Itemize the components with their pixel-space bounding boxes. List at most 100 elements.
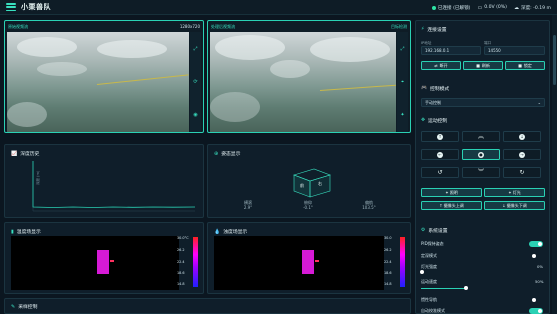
- stop-circle-icon: ●: [478, 151, 484, 158]
- video-left-feed[interactable]: [7, 32, 189, 132]
- app-root: 小栗兽队 已连接 (已解锁) ▭ 0.0V (0%) ☁ 深度: -0.19 m…: [0, 0, 557, 314]
- gamepad-icon: 🎮: [421, 86, 427, 91]
- video-left-resolution: 1280x720: [179, 24, 200, 29]
- turb-scale-label: 22.4: [384, 260, 392, 264]
- disconnect-icon: ⇄: [434, 63, 438, 68]
- video-left-label: 原始视频流: [8, 24, 28, 29]
- app-title: 小栗兽队: [21, 3, 51, 11]
- rotate-right-pad[interactable]: ↻: [503, 167, 541, 178]
- chevron-down-icon: ⌄: [537, 100, 541, 105]
- video-left-panel: 原始视频流 1280x720 ⤢ ⟳ ◉: [4, 20, 204, 133]
- expand-icon[interactable]: ⤢: [400, 46, 404, 52]
- menu-icon[interactable]: [6, 3, 16, 11]
- temperature-heatmap: [11, 236, 179, 290]
- status-area: 已连接 (已解锁) ▭ 0.0V (0%) ☁ 深度: -0.19 m: [431, 0, 551, 15]
- light-intensity-slider-handle[interactable]: [420, 270, 424, 274]
- temp-scale-label: 18.6: [177, 271, 185, 275]
- pitch-value: -0.1°: [303, 205, 313, 210]
- depth-history-panel: 📈 深度历史 深度 (m): [4, 144, 204, 218]
- stop-pad[interactable]: ●: [462, 149, 500, 160]
- turb-scale-label: 14.8: [384, 282, 392, 286]
- video-right-badge: 目标检测: [391, 24, 407, 29]
- refresh-button[interactable]: ■ 刷新: [463, 61, 503, 70]
- video-right-side-toolbar: ⤢ ⌖ ✦: [397, 32, 408, 132]
- forward-right-pad[interactable]: ↓: [503, 131, 541, 142]
- arrow-left-circle-icon: ←: [437, 151, 443, 158]
- left-pad[interactable]: ←: [421, 149, 459, 160]
- gear-icon: ⚙: [421, 228, 426, 233]
- temperature-field-title: ▮ 温度场显示: [11, 228, 41, 236]
- pid-hold-toggle[interactable]: [529, 241, 543, 247]
- lightbulb-icon[interactable]: ✦: [400, 112, 404, 118]
- light-intensity-label: 灯光强度: [421, 264, 437, 269]
- refresh-icon: ■: [476, 63, 480, 68]
- light-toggle-button[interactable]: ✦ 灯光: [484, 188, 545, 197]
- depth-status: ☁ 深度: -0.19 m: [514, 5, 551, 11]
- plug-icon: ⚡: [421, 27, 425, 32]
- auto-calibrate-label: 自动校准模式: [421, 308, 445, 313]
- svg-text:前: 前: [300, 182, 304, 188]
- pencil-icon: ✎: [11, 303, 16, 310]
- yaw-value: 103.5°: [362, 205, 376, 210]
- speed-slider-track[interactable]: [421, 288, 466, 289]
- depth-hold-label: 定深模式: [421, 253, 437, 258]
- speed-slider-handle[interactable]: [464, 286, 468, 290]
- attitude-title: ⊕ 姿态显示: [214, 150, 241, 158]
- turb-scale-label: 26.2: [384, 248, 392, 252]
- roll-value: 2.9°: [243, 205, 253, 210]
- top-bar: 小栗兽队 已连接 (已解锁) ▭ 0.0V (0%) ☁ 深度: -0.19 m: [0, 0, 557, 15]
- battery-icon: ▭: [477, 4, 483, 11]
- expand-icon[interactable]: ⤢: [193, 46, 197, 52]
- port-input[interactable]: 14550: [484, 46, 545, 55]
- temperature-field-panel: ▮ 温度场显示 30.0°C 26.2 22.4 18.6 14.8: [4, 222, 204, 294]
- rotate-left-pad[interactable]: ↺: [421, 167, 459, 178]
- auto-calibrate-toggle[interactable]: [529, 308, 543, 314]
- turb-scale-label: 18.6: [384, 271, 392, 275]
- arrow-right-circle-icon: →: [519, 151, 525, 158]
- forward-left-pad[interactable]: ↑: [421, 131, 459, 142]
- video-right-feed[interactable]: [210, 32, 396, 132]
- chart-line-icon: 📈: [11, 150, 18, 157]
- system-settings-title: ⚙ 系统设置: [421, 228, 448, 234]
- inertial-nav-toggle[interactable]: [532, 298, 536, 302]
- double-chevron-down-icon: ︾: [477, 168, 484, 176]
- temp-scale-label: 14.8: [177, 282, 185, 286]
- double-chevron-up-icon: ︽: [477, 132, 484, 140]
- refresh-icon[interactable]: ⟳: [193, 79, 197, 85]
- video-right-panel: 处理后视频流 目标检测 ⤢ ⌖ ✦: [207, 20, 411, 133]
- cloud-icon: ☁: [513, 4, 519, 11]
- control-mode-select[interactable]: 手动控制 ⌄: [421, 98, 545, 107]
- turbidity-scale-bar: [400, 237, 405, 287]
- temp-scale-label: 26.2: [177, 248, 185, 252]
- turbidity-field-title: 💧 浊度场显示: [214, 228, 248, 236]
- ip-address-input[interactable]: 192.168.0.1: [421, 46, 481, 55]
- sampling-control-panel: ✎ 采样控制: [4, 298, 411, 314]
- droplet-icon: 💧: [214, 228, 221, 235]
- camera-up-button[interactable]: ↑ 摄像头上调: [421, 201, 482, 210]
- arrow-up-circle-icon: ↑: [437, 133, 443, 140]
- right-pad[interactable]: →: [503, 149, 541, 160]
- lock-button[interactable]: ■ 锁定: [505, 61, 545, 70]
- move-icon: ✥: [421, 118, 426, 123]
- temp-scale-label: 30.0°C: [177, 236, 189, 240]
- sampling-control-title: ✎ 采样控制: [11, 303, 38, 311]
- disconnect-button[interactable]: ⇄ 断开: [421, 61, 461, 70]
- camera-down-button[interactable]: ↓ 摄像头下调: [484, 201, 545, 210]
- rotate-ccw-icon: ↺: [437, 168, 443, 176]
- pid-hold-label: PID保持姿态: [421, 241, 444, 246]
- motion-control-title: ✥ 运动控制: [421, 118, 448, 124]
- target-icon[interactable]: ⌖: [401, 79, 404, 85]
- depth-history-title: 📈 深度历史: [11, 150, 40, 158]
- scrollbar-thumb[interactable]: [553, 35, 556, 85]
- connection-status-text: 已连接 (已解锁): [437, 5, 471, 11]
- page-scrollbar[interactable]: [552, 15, 557, 314]
- battery-status-text: 0.0V (0%): [484, 5, 507, 10]
- ascend-pad[interactable]: ︽: [462, 131, 500, 142]
- turb-scale-label: 30.0: [384, 236, 392, 240]
- svg-text:右: 右: [318, 180, 322, 186]
- descend-pad[interactable]: ︾: [462, 167, 500, 178]
- snapshot-icon[interactable]: ◉: [193, 112, 197, 118]
- lights-button[interactable]: ✦ 照明: [421, 188, 482, 197]
- turbidity-heatmap: [214, 236, 384, 290]
- depth-hold-toggle[interactable]: [532, 254, 536, 258]
